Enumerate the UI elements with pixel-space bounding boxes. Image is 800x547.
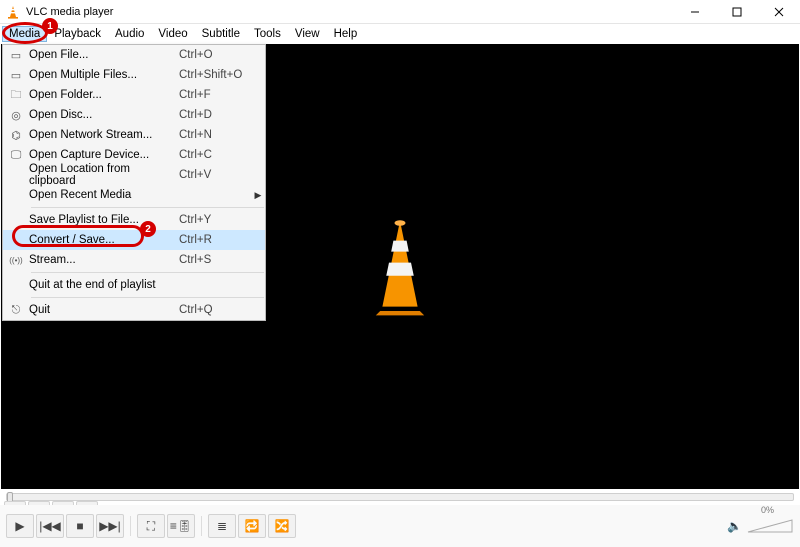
play-button[interactable]: ▶	[6, 514, 34, 538]
menu-item-label: Quit at the end of playlist	[29, 279, 179, 291]
menu-save-playlist[interactable]: Save Playlist to File... Ctrl+Y	[3, 210, 265, 230]
title-bar: VLC media player	[0, 0, 800, 24]
menu-open-network-stream[interactable]: ⌬ Open Network Stream... Ctrl+N	[3, 125, 265, 145]
menu-tools[interactable]: Tools	[247, 26, 288, 42]
menu-item-label: Open Capture Device...	[29, 149, 179, 161]
menu-item-shortcut: Ctrl+F	[179, 89, 251, 101]
menu-open-capture-device[interactable]: 🖵 Open Capture Device... Ctrl+C	[3, 145, 265, 165]
media-menu-dropdown: ▭ Open File... Ctrl+O ▭ Open Multiple Fi…	[2, 44, 266, 321]
menu-subtitle[interactable]: Subtitle	[195, 26, 247, 42]
file-icon: ▭	[3, 49, 29, 62]
menu-help[interactable]: Help	[327, 26, 365, 42]
menu-item-label: Open Disc...	[29, 109, 179, 121]
menu-item-label: Quit	[29, 304, 179, 316]
menu-item-shortcut: Ctrl+O	[179, 49, 251, 61]
menu-item-label: Open File...	[29, 49, 179, 61]
maximize-button[interactable]	[716, 0, 758, 24]
playback-controls: ▶ |◀◀ ■ ▶▶| ⛶ ≡🎚 ≣ 🔁 🔀 🔈 0%	[0, 505, 800, 547]
menu-item-shortcut: Ctrl+V	[179, 169, 251, 181]
menu-item-shortcut: Ctrl+N	[179, 129, 251, 141]
menu-item-label: Stream...	[29, 254, 179, 266]
menu-separator	[31, 207, 264, 208]
menu-item-label: Convert / Save...	[29, 234, 179, 246]
menu-stream[interactable]: ((•)) Stream... Ctrl+S	[3, 250, 265, 270]
stream-icon: ((•))	[3, 256, 29, 265]
next-button[interactable]: ▶▶|	[96, 514, 124, 538]
volume-slider[interactable]: 0%	[746, 516, 794, 536]
menu-item-label: Open Folder...	[29, 89, 179, 101]
menu-quit[interactable]: ⎋ Quit Ctrl+Q	[3, 300, 265, 320]
menu-media[interactable]: Media	[2, 26, 47, 42]
menu-view[interactable]: View	[288, 26, 327, 42]
mute-button[interactable]: 🔈	[727, 519, 742, 533]
menu-separator	[31, 272, 264, 273]
menu-item-label: Open Network Stream...	[29, 129, 179, 141]
menu-item-label: Open Recent Media	[29, 189, 179, 201]
menu-open-multiple-files[interactable]: ▭ Open Multiple Files... Ctrl+Shift+O	[3, 65, 265, 85]
seek-bar[interactable]	[6, 491, 794, 503]
capture-icon: 🖵	[3, 149, 29, 162]
app-cone-icon	[4, 5, 22, 19]
menu-item-shortcut: Ctrl+D	[179, 109, 251, 121]
menu-playback[interactable]: Playback	[47, 26, 108, 42]
menu-convert-save[interactable]: Convert / Save... Ctrl+R	[3, 230, 265, 250]
seek-track[interactable]	[6, 493, 794, 501]
files-icon: ▭	[3, 69, 29, 82]
menu-open-folder[interactable]: 🗀 Open Folder... Ctrl+F	[3, 85, 265, 105]
menu-open-recent-media[interactable]: Open Recent Media ▶	[3, 185, 265, 205]
menu-open-file[interactable]: ▭ Open File... Ctrl+O	[3, 45, 265, 65]
menu-item-shortcut: Ctrl+Q	[179, 304, 251, 316]
menu-item-shortcut: Ctrl+Y	[179, 214, 251, 226]
menu-audio[interactable]: Audio	[108, 26, 151, 42]
menu-open-disc[interactable]: ◎ Open Disc... Ctrl+D	[3, 105, 265, 125]
loop-button[interactable]: 🔁	[238, 514, 266, 538]
menu-item-shortcut: Ctrl+C	[179, 149, 251, 161]
quit-icon: ⎋	[3, 304, 29, 317]
volume-label: 0%	[761, 505, 774, 515]
fullscreen-button[interactable]: ⛶	[137, 514, 165, 538]
shuffle-button[interactable]: 🔀	[268, 514, 296, 538]
stop-button[interactable]: ■	[66, 514, 94, 538]
divider	[130, 516, 131, 536]
window-controls	[674, 0, 800, 24]
divider	[201, 516, 202, 536]
submenu-arrow-icon: ▶	[251, 190, 265, 201]
menu-item-shortcut: Ctrl+S	[179, 254, 251, 266]
menu-open-location-clipboard[interactable]: Open Location from clipboard Ctrl+V	[3, 165, 265, 185]
close-button[interactable]	[758, 0, 800, 24]
previous-button[interactable]: |◀◀	[36, 514, 64, 538]
menu-item-label: Open Location from clipboard	[29, 163, 179, 187]
window-title: VLC media player	[26, 6, 113, 18]
disc-icon: ◎	[3, 109, 29, 122]
menu-item-shortcut: Ctrl+Shift+O	[179, 69, 251, 81]
minimize-button[interactable]	[674, 0, 716, 24]
menu-video[interactable]: Video	[151, 26, 194, 42]
menu-bar: Media Playback Audio Video Subtitle Tool…	[0, 24, 800, 44]
menu-item-shortcut: Ctrl+R	[179, 234, 251, 246]
menu-separator	[31, 297, 264, 298]
playlist-button[interactable]: ≣	[208, 514, 236, 538]
menu-quit-end-playlist[interactable]: Quit at the end of playlist	[3, 275, 265, 295]
vlc-cone-icon	[345, 212, 455, 322]
menu-item-label: Open Multiple Files...	[29, 69, 179, 81]
menu-item-label: Save Playlist to File...	[29, 214, 179, 226]
network-icon: ⌬	[3, 129, 29, 142]
folder-icon: 🗀	[3, 86, 29, 105]
extended-settings-button[interactable]: ≡🎚	[167, 514, 195, 538]
